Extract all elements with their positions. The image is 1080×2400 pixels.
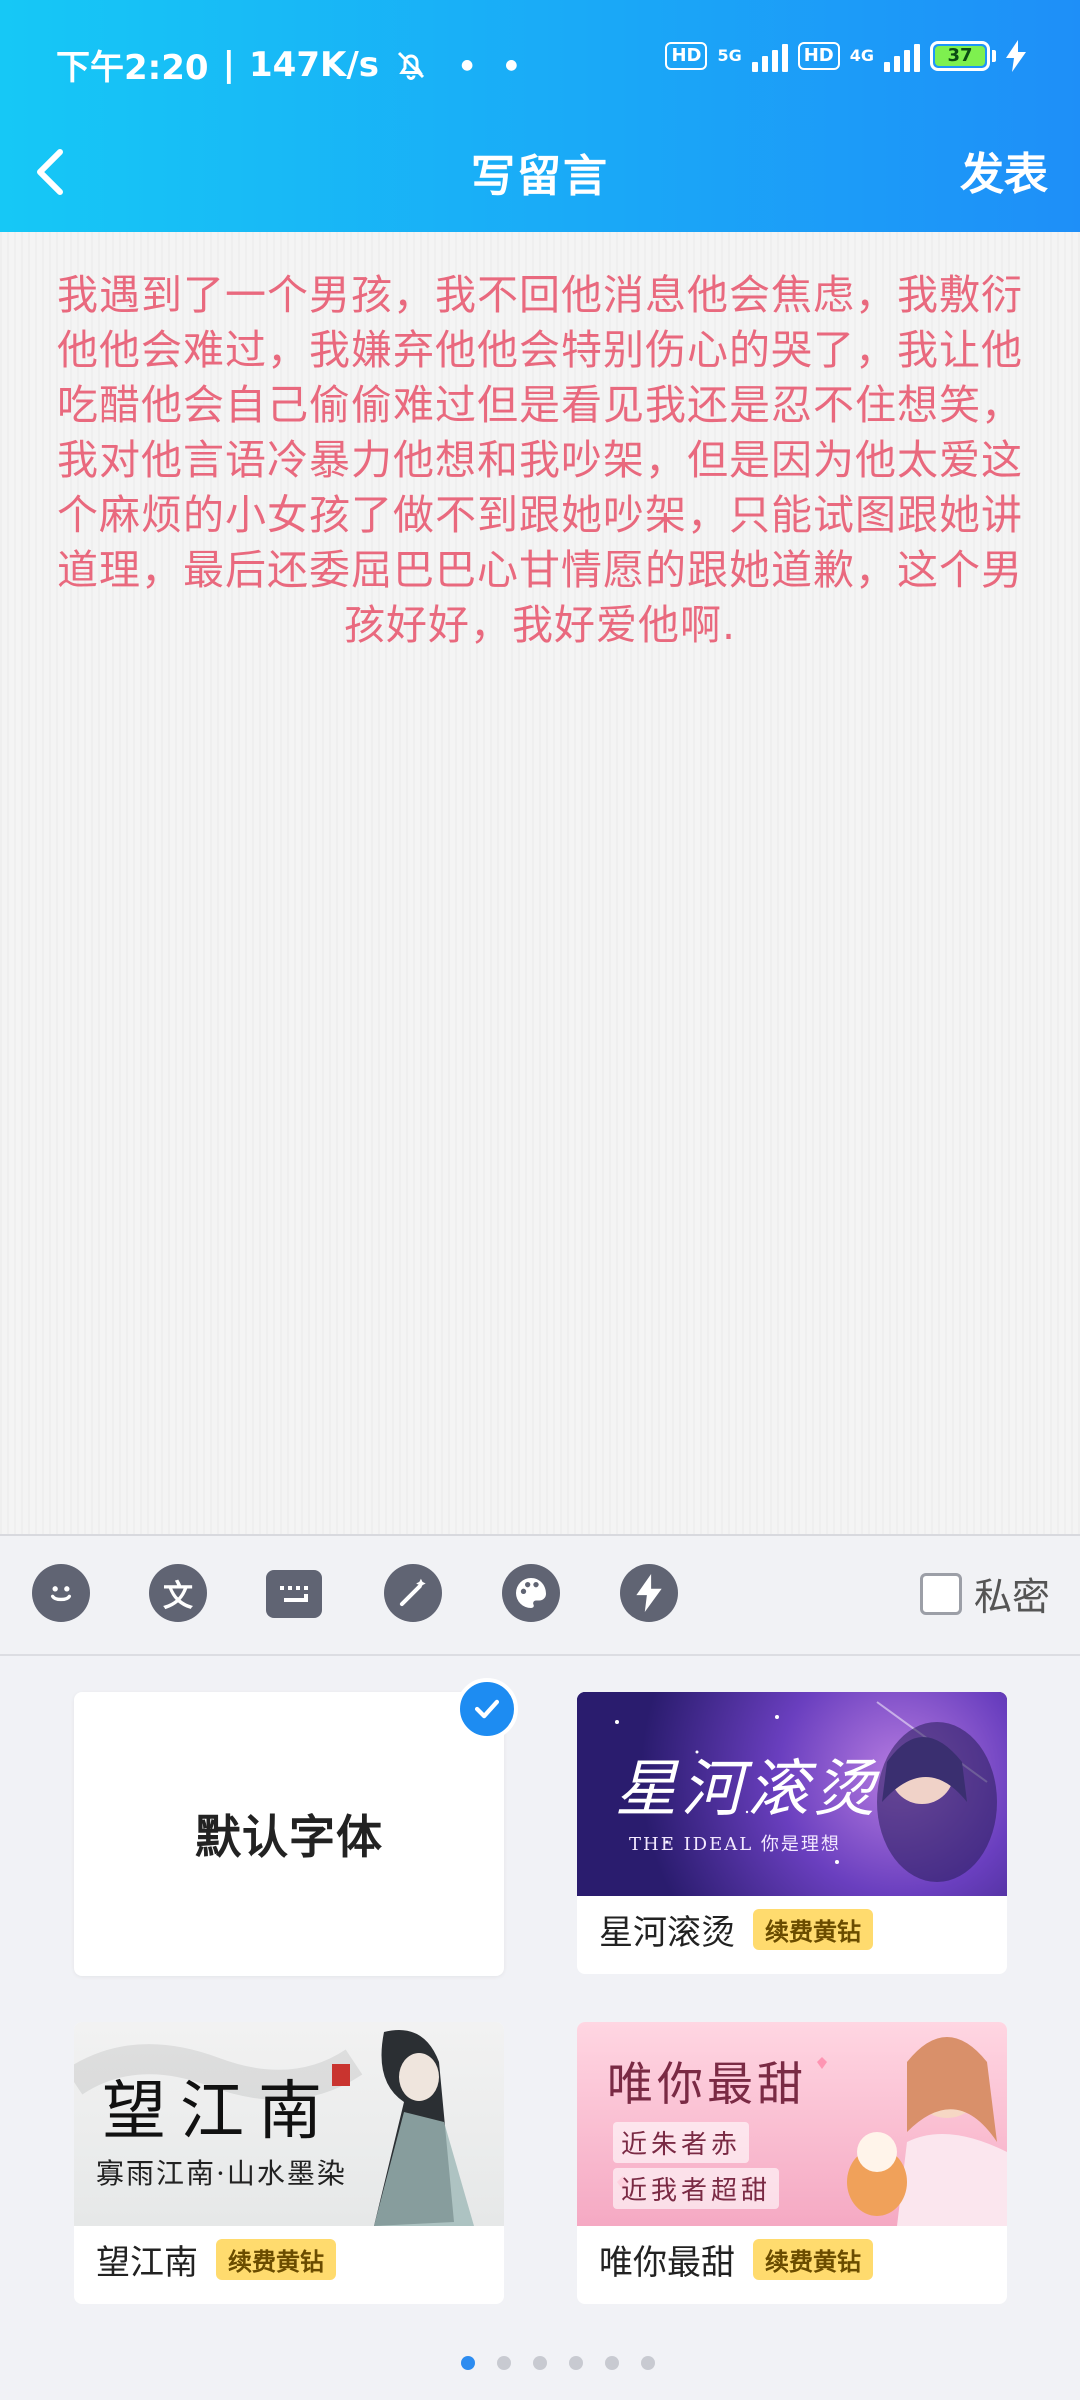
nav-bar: 写留言 发表: [0, 126, 1080, 232]
signal-icon-2: [884, 40, 920, 72]
signal-icon: [751, 40, 788, 72]
vip-tag: 续费黄钻: [753, 1909, 873, 1950]
message-text[interactable]: 我遇到了一个男孩，我不回他消息他会焦虑，我敷衍他他会难过，我嫌弃他他会特别伤心的…: [52, 268, 1028, 653]
notification-dot-icon-2: ●: [505, 56, 518, 73]
status-left: 下午2:20 | 147K/s ● ●: [56, 40, 517, 89]
font-card-info: 唯你最甜 续费黄钻: [599, 2235, 873, 2284]
emoji-icon: [51, 1586, 72, 1602]
private-toggle[interactable]: 私密: [919, 1566, 1050, 1621]
palette-icon: [515, 1578, 546, 1608]
selected-check-icon: [456, 1678, 518, 1740]
preview-subtitle-2: 近我者超甜: [613, 2168, 780, 2209]
header: 下午2:20 | 147K/s ● ● HD 5G HD 4G 37 写留言 发…: [0, 0, 1080, 232]
status-time: 下午2:20: [56, 48, 209, 88]
hd-badge: HD: [665, 42, 708, 70]
page-dot[interactable]: [605, 2356, 619, 2370]
battery-level: 37: [935, 46, 985, 66]
font-preview-image: 望江南 寡雨江南·山水墨染: [74, 2022, 504, 2226]
status-separator: |: [222, 44, 235, 85]
lightning-icon: [636, 1574, 662, 1612]
network-type-2: 4G: [849, 46, 874, 65]
page-dot[interactable]: [461, 2356, 475, 2370]
charging-icon: [1006, 40, 1026, 72]
keyboard-button[interactable]: [266, 1570, 322, 1618]
page-dot[interactable]: [569, 2356, 583, 2370]
hd-badge-2: HD: [797, 42, 840, 70]
font-card-default[interactable]: 默认字体: [74, 1692, 504, 1976]
effects-button[interactable]: [620, 1564, 678, 1622]
page-dot[interactable]: [533, 2356, 547, 2370]
publish-button[interactable]: 发表: [960, 138, 1048, 202]
pagination-dots: [18, 2356, 1080, 2370]
page-dot[interactable]: [641, 2356, 655, 2370]
private-label: 私密: [973, 1575, 1050, 1619]
preview-subtitle: 寡雨江南·山水墨染: [96, 2157, 347, 2190]
status-right: HD 5G HD 4G 37: [665, 40, 1026, 72]
message-editor[interactable]: 我遇到了一个男孩，我不回他消息他会焦虑，我敷衍他他会难过，我嫌弃他他会特别伤心的…: [0, 232, 1080, 1534]
magic-wand-icon: [399, 1578, 426, 1607]
network-type: 5G: [717, 46, 742, 65]
font-card-label: 默认字体: [195, 1810, 383, 1864]
notification-dot-icon: ●: [460, 56, 474, 73]
font-card-info: 星河滚烫 续费黄钻: [599, 1905, 873, 1954]
font-preview-image: 星河滚烫 THE IDEAL 你是理想: [577, 1692, 1007, 1896]
theme-button[interactable]: [502, 1564, 560, 1622]
vip-tag: 续费黄钻: [753, 2239, 873, 2280]
font-card-xinghe[interactable]: 星河滚烫 THE IDEAL 你是理想 星河滚烫 续费黄钻: [577, 1692, 1007, 1974]
editor-toolbar: 文 私密: [0, 1534, 1080, 1656]
vip-tag: 续费黄钻: [216, 2239, 336, 2280]
text-icon: 文: [163, 1579, 193, 1614]
font-card-weinizuitian[interactable]: 唯你最甜 近朱者赤 近我者超甜 唯你最甜 续费黄钻: [577, 2022, 1007, 2304]
mute-bell-icon: [397, 51, 425, 80]
font-card-info: 望江南 续费黄钻: [96, 2235, 336, 2284]
preview-title: 望江南: [102, 2075, 336, 2149]
page-title: 写留言: [471, 151, 609, 202]
font-name: 星河滚烫: [599, 1913, 735, 1953]
font-style-button[interactable]: 文: [149, 1564, 207, 1622]
font-name: 望江南: [96, 2243, 198, 2283]
preview-title: 星河滚烫: [615, 1752, 880, 1825]
font-card-wangjiangnan[interactable]: 望江南 寡雨江南·山水墨染 望江南 续费黄钻: [74, 2022, 504, 2304]
font-name: 唯你最甜: [599, 2243, 735, 2283]
preview-subtitle: THE IDEAL 你是理想: [629, 1834, 841, 1855]
status-bar: 下午2:20 | 147K/s ● ● HD 5G HD 4G 37: [0, 0, 1080, 126]
page-dot[interactable]: [497, 2356, 511, 2370]
battery-icon: 37: [930, 41, 996, 71]
magic-button[interactable]: [384, 1564, 442, 1622]
font-preview-image: 唯你最甜 近朱者赤 近我者超甜: [577, 2022, 1007, 2226]
keyboard-icon: [280, 1586, 308, 1602]
private-checkbox[interactable]: [919, 1572, 962, 1615]
preview-subtitle-1: 近朱者赤: [613, 2122, 750, 2163]
preview-title: 唯你最甜: [607, 2057, 807, 2111]
network-speed: 147K/s: [249, 44, 379, 85]
emoji-button[interactable]: [32, 1564, 90, 1622]
